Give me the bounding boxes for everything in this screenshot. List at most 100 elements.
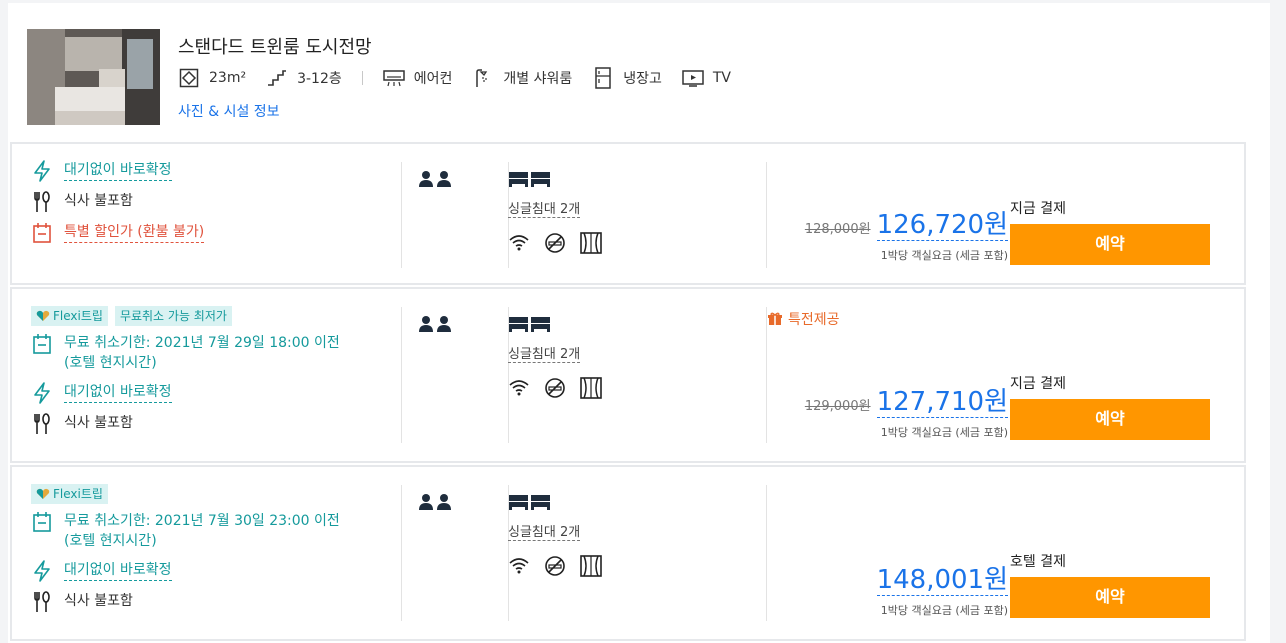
fridge-icon: [592, 67, 614, 89]
price-note: 1박당 객실요금 (세금 포함): [880, 426, 1008, 439]
price-block: 148,001원 1박당 객실요금 (세금 포함): [876, 565, 1008, 618]
price-block: 129,000원 127,710원 1박당 객실요금 (세금 포함): [805, 387, 1008, 440]
local-time-note: (호텔 현지시간): [64, 355, 157, 371]
twin-bed-icon: [508, 315, 552, 333]
original-price: 129,000원: [804, 399, 871, 414]
room-size-icon: [178, 67, 200, 89]
shower-icon: [472, 67, 494, 89]
flexi-trip-badge: Flexi트립: [31, 484, 108, 504]
bed-info: 싱글침대 2개: [508, 170, 602, 254]
room-header: 스탠다드 트윈룸 도시전망 23m² 3-12층 에어컨 개별 샤워룸 냉장고: [27, 29, 1247, 129]
payment-type: 지금 결제: [1010, 201, 1066, 217]
amenity-shower: 개별 샤워룸: [503, 71, 573, 87]
meal-text: 식사 불포함: [64, 193, 133, 209]
free-cancel-text: 무료 취소기한: 2021년 7월 30일 23:00 이전 (호텔 현지시간): [64, 511, 340, 551]
bed-label[interactable]: 싱글침대 2개: [508, 198, 581, 218]
room-title: 스탠다드 트윈룸 도시전망: [178, 37, 372, 58]
rate-option-1: 대기없이 바로확정 식사 불포함 특별 할인가 (환불 불가) 싱글침대 2개: [10, 142, 1246, 285]
rate-features: Flexi트립 무료 취소기한: 2021년 7월 30일 23:00 이전 (…: [31, 484, 340, 622]
no-smoking-icon: [544, 377, 566, 399]
local-time-note: (호텔 현지시간): [64, 533, 157, 549]
lightning-icon: [31, 160, 53, 182]
cutlery-icon: [31, 191, 53, 213]
flexi-trip-label: Flexi트립: [53, 309, 103, 323]
sale-price[interactable]: 148,001원: [876, 565, 1008, 596]
calendar-icon: [31, 333, 53, 355]
bed-info: 싱글침대 2개: [508, 315, 602, 399]
divider: [766, 485, 767, 621]
amenity-floor: 3-12층: [297, 71, 342, 87]
wifi-icon: [508, 377, 530, 399]
air-conditioner-icon: [382, 67, 405, 89]
payment-type: 호텔 결제: [1010, 554, 1066, 570]
book-button[interactable]: 예약: [1010, 577, 1210, 618]
free-cancel-text: 무료 취소기한: 2021년 7월 29일 18:00 이전 (호텔 현지시간): [64, 333, 340, 373]
lightning-icon: [31, 560, 53, 582]
photos-facilities-link[interactable]: 사진 & 시설 정보: [178, 101, 280, 121]
original-price: 128,000원: [804, 222, 871, 237]
meal-text: 식사 불포함: [64, 593, 133, 609]
book-button[interactable]: 예약: [1010, 399, 1210, 440]
amenity-size: 23m²: [209, 70, 247, 86]
rate-option-2: Flexi트립 무료취소 가능 최저가 무료 취소기한: 2021년 7월 29…: [10, 287, 1246, 463]
divider: [766, 307, 767, 443]
flexi-trip-label: Flexi트립: [53, 487, 103, 501]
payment-column: 지금 결제 예약: [1010, 373, 1210, 440]
amenity-fridge: 냉장고: [623, 71, 662, 87]
special-offer-label: 특전제공: [788, 312, 840, 328]
window-icon: [580, 232, 602, 254]
twin-bed-icon: [508, 493, 552, 511]
amenity-aircon: 에어컨: [413, 71, 453, 87]
calendar-icon: [31, 222, 53, 244]
room-photo[interactable]: [27, 29, 160, 125]
calendar-icon: [31, 511, 53, 533]
lowest-price-badge: 무료취소 가능 최저가: [114, 306, 232, 326]
bed-label[interactable]: 싱글침대 2개: [508, 521, 581, 541]
payment-column: 호텔 결제 예약: [1010, 551, 1210, 618]
price-block: 128,000원 126,720원 1박당 객실요금 (세금 포함): [805, 210, 1008, 263]
special-offer[interactable]: 특전제공: [768, 309, 840, 329]
divider: [401, 307, 402, 443]
rate-option-3: Flexi트립 무료 취소기한: 2021년 7월 30일 23:00 이전 (…: [10, 465, 1246, 641]
no-smoking-icon: [544, 232, 566, 254]
cutlery-icon: [31, 591, 53, 613]
divider: [401, 485, 402, 621]
gift-icon: [768, 312, 782, 326]
book-button[interactable]: 예약: [1010, 224, 1210, 265]
floor-stairs-icon: [266, 67, 288, 89]
room-card: 스탠다드 트윈룸 도시전망 23m² 3-12층 에어컨 개별 샤워룸 냉장고: [8, 3, 1270, 643]
free-cancel-deadline: 무료 취소기한: 2021년 7월 29일 18:00 이전: [64, 335, 340, 351]
instant-confirm-text[interactable]: 대기없이 바로확정: [64, 382, 172, 403]
rate-features: Flexi트립 무료취소 가능 최저가 무료 취소기한: 2021년 7월 29…: [31, 306, 340, 444]
instant-confirm-text[interactable]: 대기없이 바로확정: [64, 160, 172, 181]
meal-text: 식사 불포함: [64, 415, 133, 431]
cutlery-icon: [31, 413, 53, 435]
bed-label[interactable]: 싱글침대 2개: [508, 343, 581, 363]
guests-icon: [418, 493, 454, 511]
flexi-trip-badge: Flexi트립: [31, 306, 108, 326]
amenity-divider: [361, 71, 363, 85]
price-note: 1박당 객실요금 (세금 포함): [880, 604, 1008, 617]
free-cancel-deadline: 무료 취소기한: 2021년 7월 30일 23:00 이전: [64, 513, 340, 529]
divider: [766, 162, 767, 268]
sale-price[interactable]: 127,710원: [876, 387, 1008, 418]
special-discount-text[interactable]: 특별 할인가 (환불 불가): [64, 222, 205, 243]
payment-type: 지금 결제: [1010, 376, 1066, 392]
divider: [401, 162, 402, 268]
lightning-icon: [31, 382, 53, 404]
wifi-icon: [508, 555, 530, 577]
tv-icon: [682, 67, 704, 89]
price-note: 1박당 객실요금 (세금 포함): [880, 249, 1008, 262]
sale-price[interactable]: 126,720원: [876, 210, 1008, 241]
wifi-icon: [508, 232, 530, 254]
window-icon: [580, 555, 602, 577]
instant-confirm-text[interactable]: 대기없이 바로확정: [64, 560, 172, 581]
window-icon: [580, 377, 602, 399]
payment-column: 지금 결제 예약: [1010, 198, 1210, 265]
bed-info: 싱글침대 2개: [508, 493, 602, 577]
amenity-list: 23m² 3-12층 에어컨 개별 샤워룸 냉장고 TV: [178, 67, 751, 89]
rate-features: 대기없이 바로확정 식사 불포함 특별 할인가 (환불 불가): [31, 160, 205, 253]
twin-bed-icon: [508, 170, 552, 188]
guests-icon: [418, 315, 454, 333]
guests-icon: [418, 170, 454, 188]
